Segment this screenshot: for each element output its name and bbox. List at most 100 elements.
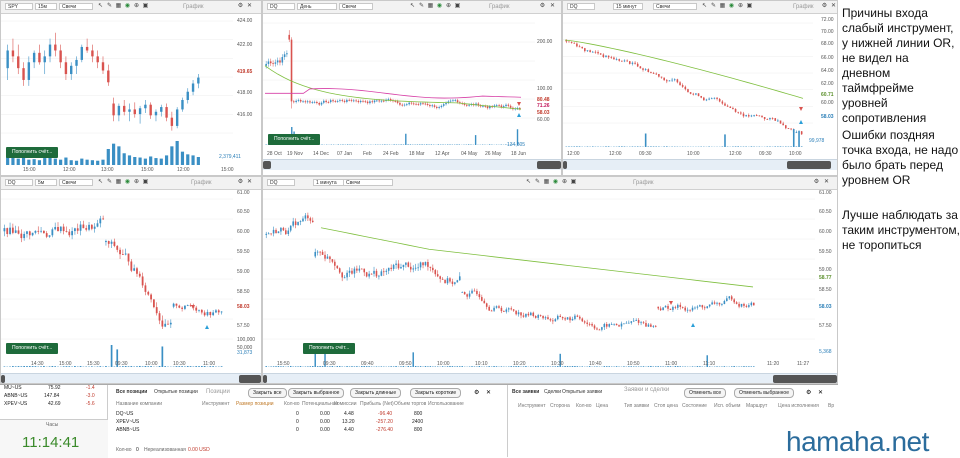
cursor-icon[interactable]: ↖ [701, 3, 708, 10]
symbol-field[interactable]: DQ [267, 179, 295, 186]
settings-icon[interactable]: ⚙ [806, 389, 811, 396]
indicator-icon[interactable]: ◉ [124, 3, 131, 10]
price-chart[interactable] [263, 189, 838, 384]
fill-account-button[interactable]: Пополнить счёт... [268, 134, 320, 145]
draw-icon[interactable]: ✎ [106, 3, 113, 10]
draw-icon[interactable]: ✎ [710, 3, 717, 10]
fill-account-button[interactable]: Пополнить счёт... [6, 147, 58, 158]
fill-account-button[interactable]: Пополнить счёт... [6, 343, 58, 354]
zoom-icon[interactable]: ⊕ [561, 179, 568, 186]
cursor-icon[interactable]: ↖ [97, 179, 104, 186]
lock-icon[interactable]: ▣ [142, 3, 149, 10]
draw-icon[interactable]: ✎ [534, 179, 541, 186]
chart-type-select[interactable]: Свечи [339, 3, 373, 10]
navigator-handle[interactable] [263, 161, 271, 169]
cancel-all-button[interactable]: Отменить все [684, 388, 726, 398]
watchlist-symbol[interactable]: XPEV~US [4, 401, 27, 407]
zoom-icon[interactable]: ⊕ [737, 3, 744, 10]
column-header[interactable]: Кол-во [576, 403, 592, 409]
cancel-selected-button[interactable]: Отменить выбранное [734, 388, 794, 398]
timeframe-select[interactable]: День [297, 3, 337, 10]
settings-icon[interactable]: ⚙ [474, 389, 479, 396]
navigator-handle[interactable] [1, 375, 5, 383]
position-symbol[interactable]: DQ~US [116, 411, 133, 417]
close-icon[interactable]: ✕ [823, 179, 830, 186]
indicator-icon[interactable]: ◉ [436, 3, 443, 10]
column-header[interactable]: Цена [596, 403, 608, 409]
column-header[interactable]: Название компании [116, 401, 162, 407]
column-header[interactable]: Объем торгов [394, 401, 426, 407]
grid-icon[interactable]: ▦ [115, 3, 122, 10]
settings-icon[interactable]: ⚙ [813, 179, 820, 186]
timeframe-select[interactable]: 15 минут [613, 3, 643, 10]
grid-icon[interactable]: ▦ [115, 179, 122, 186]
navigator-handle[interactable] [773, 375, 837, 383]
column-header[interactable]: Сторона [550, 403, 570, 409]
tab-open-orders[interactable]: Открытые заявки [562, 389, 602, 395]
chart-type-select[interactable]: Свечи [59, 3, 93, 10]
tab-all-positions[interactable]: Все позиции [116, 389, 147, 395]
settings-icon[interactable]: ⚙ [821, 3, 828, 10]
close-icon[interactable]: ✕ [246, 3, 253, 10]
draw-icon[interactable]: ✎ [106, 179, 113, 186]
column-header[interactable]: Вр [828, 403, 834, 409]
column-header[interactable]: Инструмент [518, 403, 546, 409]
tab-open-positions[interactable]: Открытые позиции [154, 389, 198, 395]
symbol-field[interactable]: DQ [567, 3, 595, 10]
column-header[interactable]: Маршрут [746, 403, 767, 409]
draw-icon[interactable]: ✎ [418, 3, 425, 10]
close-all-button[interactable]: Закрыть все [248, 388, 287, 398]
column-header[interactable]: Комиссии [334, 401, 357, 407]
zoom-icon[interactable]: ⊕ [133, 3, 140, 10]
close-icon[interactable]: ✕ [486, 389, 491, 396]
navigator-handle[interactable] [263, 375, 267, 383]
position-symbol[interactable]: XPEV~US [116, 419, 139, 425]
tab-trades[interactable]: Сделки [544, 389, 561, 395]
lock-icon[interactable]: ▣ [454, 3, 461, 10]
price-chart[interactable] [1, 189, 262, 384]
navigator-bar[interactable] [263, 159, 561, 170]
symbol-field[interactable]: SPY [5, 3, 33, 10]
close-selected-button[interactable]: Закрыть выбранное [288, 388, 344, 398]
column-header[interactable]: Потенциальная [302, 401, 338, 407]
column-header[interactable]: Кол-во [284, 401, 300, 407]
lock-icon[interactable]: ▣ [142, 179, 149, 186]
cursor-icon[interactable]: ↖ [409, 3, 416, 10]
column-header[interactable]: Размер позиции [236, 401, 274, 407]
navigator-handle[interactable] [563, 161, 567, 169]
column-header[interactable]: Тип заявки [624, 403, 649, 409]
indicator-icon[interactable]: ◉ [728, 3, 735, 10]
symbol-field[interactable]: DQ [267, 3, 295, 10]
chart-type-select[interactable]: Свечи [343, 179, 393, 186]
settings-icon[interactable]: ⚙ [237, 179, 244, 186]
grid-icon[interactable]: ▦ [543, 179, 550, 186]
watchlist-symbol[interactable]: MU~US [4, 385, 22, 391]
close-short-button[interactable]: Закрыть короткие [410, 388, 461, 398]
timeframe-select[interactable]: 5м [35, 179, 57, 186]
column-header[interactable]: Состояние [682, 403, 707, 409]
column-header[interactable]: Исп. объем [714, 403, 740, 409]
settings-icon[interactable]: ⚙ [237, 3, 244, 10]
lock-icon[interactable]: ▣ [570, 179, 577, 186]
navigator-bar[interactable] [1, 373, 261, 384]
indicator-icon[interactable]: ◉ [124, 179, 131, 186]
zoom-icon[interactable]: ⊕ [133, 179, 140, 186]
close-icon[interactable]: ✕ [246, 179, 253, 186]
cursor-icon[interactable]: ↖ [525, 179, 532, 186]
chart-type-select[interactable]: Свечи [653, 3, 697, 10]
close-icon[interactable]: ✕ [818, 389, 823, 396]
column-header[interactable]: Прибыль (Net) [360, 401, 394, 407]
chart-type-select[interactable]: Свечи [59, 179, 93, 186]
navigator-bar[interactable] [263, 373, 837, 384]
position-symbol[interactable]: ABNB~US [116, 427, 139, 433]
grid-icon[interactable]: ▦ [719, 3, 726, 10]
zoom-icon[interactable]: ⊕ [445, 3, 452, 10]
fill-account-button[interactable]: Пополнить счёт... [303, 343, 355, 354]
cursor-icon[interactable]: ↖ [97, 3, 104, 10]
column-header[interactable]: Использование [428, 401, 464, 407]
timeframe-select[interactable]: 15м [35, 3, 57, 10]
close-icon[interactable]: ✕ [830, 3, 837, 10]
lock-icon[interactable]: ▣ [746, 3, 753, 10]
tab-all-orders[interactable]: Все заявки [512, 389, 539, 395]
watchlist-symbol[interactable]: ABNB~US [4, 393, 27, 399]
